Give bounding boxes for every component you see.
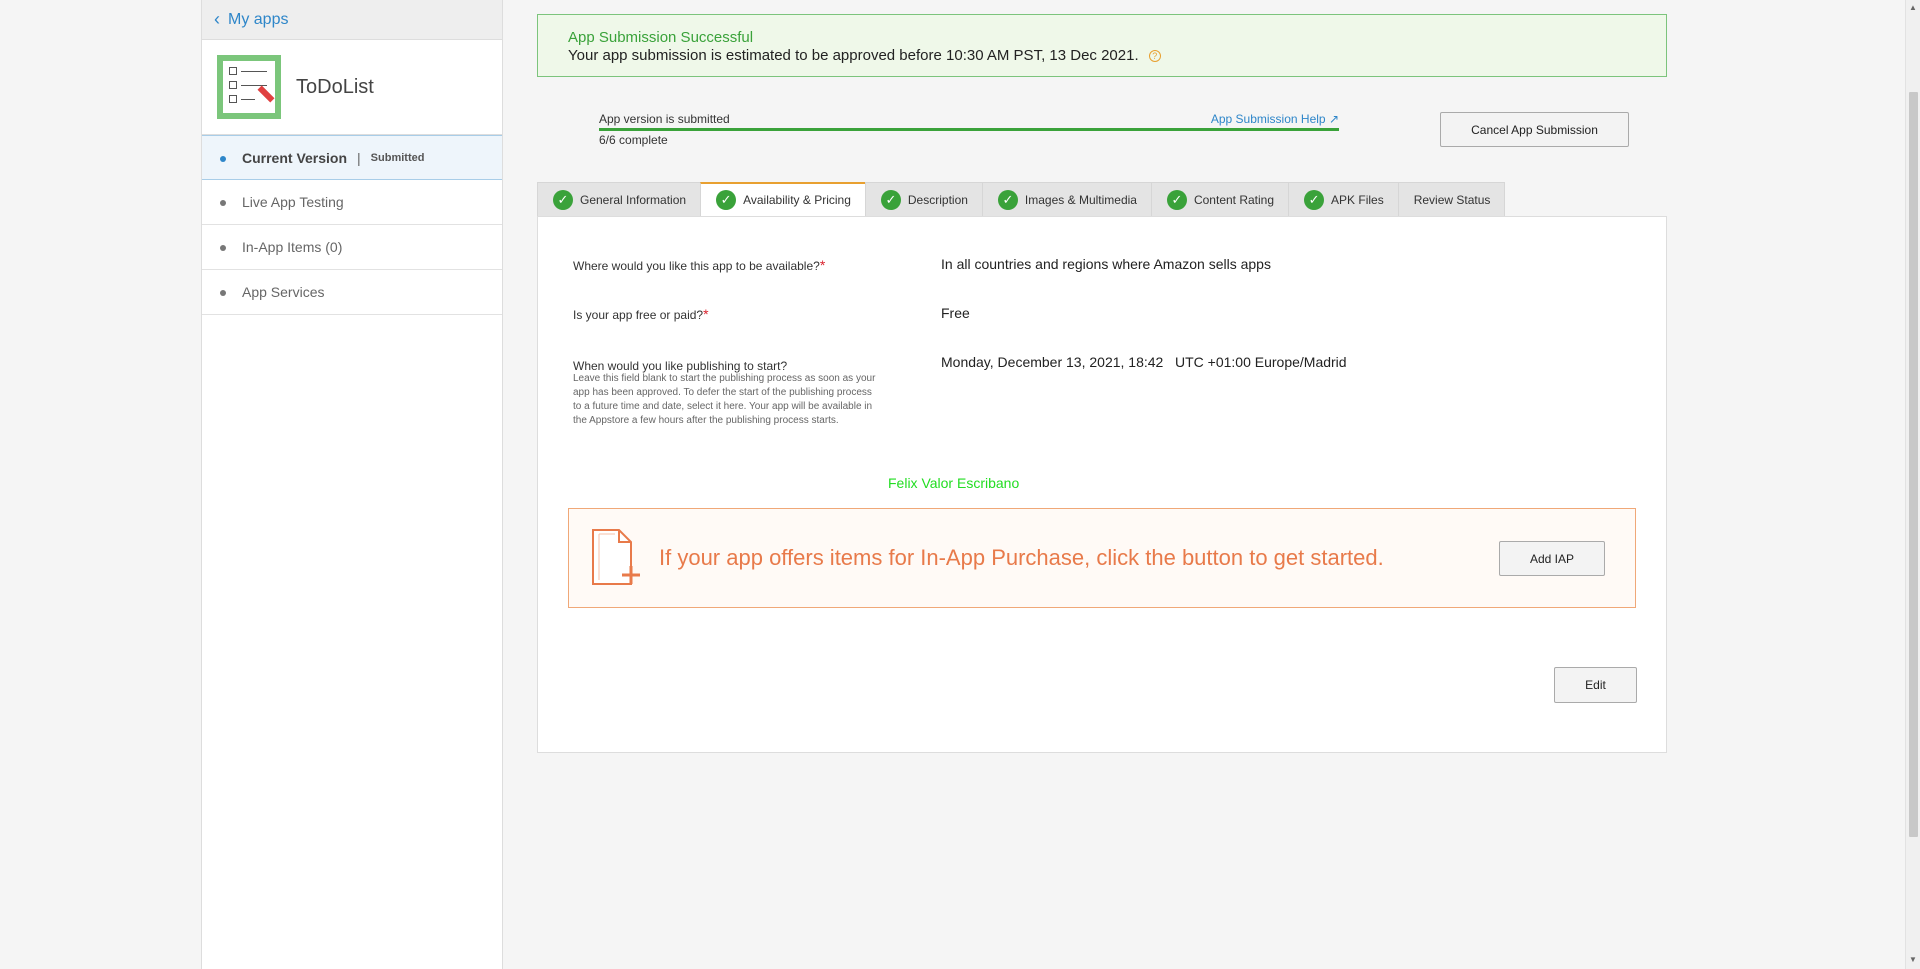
availability-pricing-panel: Where would you like this app to be avai…: [537, 216, 1667, 753]
tab-availability-pricing[interactable]: ✓ Availability & Pricing: [700, 182, 865, 217]
sidebar-item-label: Live App Testing: [242, 194, 344, 210]
help-link-label: App Submission Help: [1210, 112, 1326, 126]
publishing-start-answer: Monday, December 13, 2021, 18:42 UTC +01…: [941, 354, 1347, 370]
required-mark: *: [703, 306, 709, 322]
tab-bar: ✓ General Information ✓ Availability & P…: [537, 182, 1506, 217]
tab-label: Review Status: [1413, 192, 1491, 207]
tab-label: Availability & Pricing: [743, 193, 851, 207]
tab-review-status[interactable]: Review Status: [1397, 182, 1506, 217]
back-to-my-apps-link[interactable]: ‹ My apps: [202, 0, 502, 40]
scrollbar[interactable]: ▲ ▼: [1905, 0, 1920, 969]
submission-progress: App version is submitted App Submission …: [599, 112, 1339, 147]
status-badge: Submitted: [370, 151, 425, 164]
tab-label: APK Files: [1331, 192, 1384, 207]
tab-label: Content Rating: [1193, 192, 1275, 207]
pricing-answer: Free: [941, 305, 970, 321]
tab-apk-files[interactable]: ✓ APK Files: [1288, 182, 1398, 217]
publishing-start-question: When would you like publishing to start?: [573, 359, 788, 373]
submission-help-link[interactable]: App Submission Help ↗: [1211, 112, 1339, 126]
tab-description[interactable]: ✓ Description: [864, 182, 982, 217]
pricing-question: Is your app free or paid?*: [573, 306, 709, 322]
sidebar-item-label: App Services: [242, 284, 325, 300]
check-icon: ✓: [880, 189, 901, 210]
publishing-start-help: Leave this field blank to start the publ…: [573, 373, 876, 426]
sidebar-item-current-version[interactable]: Current Version | Submitted: [202, 135, 502, 180]
check-icon: ✓: [553, 189, 573, 210]
banner-text: Your app submission is estimated to be a…: [568, 47, 1139, 64]
back-label: My apps: [228, 10, 289, 28]
check-icon: ✓: [1166, 189, 1187, 210]
chevron-left-icon: ‹: [214, 9, 220, 29]
check-icon: ✓: [716, 190, 737, 210]
add-iap-button[interactable]: Add IAP: [1499, 541, 1605, 576]
sidebar-item-live-app-testing[interactable]: Live App Testing: [202, 180, 502, 225]
app-icon: [217, 55, 281, 119]
required-mark: *: [819, 257, 826, 273]
sidebar-item-label: Current Version: [242, 149, 348, 166]
external-link-icon: ↗: [1328, 112, 1339, 126]
availability-answer: In all countries and regions where Amazo…: [941, 256, 1271, 272]
tab-label: General Information: [580, 192, 687, 207]
availability-question: Where would you like this app to be avai…: [573, 257, 826, 273]
iap-callout: If your app offers items for In-App Purc…: [568, 508, 1636, 608]
edit-button[interactable]: Edit: [1554, 667, 1637, 703]
iap-prompt-text: If your app offers items for In-App Purc…: [659, 545, 1384, 570]
progress-label: App version is submitted: [599, 112, 730, 126]
tab-label: Description: [907, 192, 968, 207]
progress-bar: [599, 128, 1339, 131]
document-add-icon: [589, 528, 641, 588]
sidebar-item-label: In-App Items (0): [242, 239, 343, 255]
tab-content-rating[interactable]: ✓ Content Rating: [1150, 182, 1289, 217]
tab-images-multimedia[interactable]: ✓ Images & Multimedia: [981, 182, 1151, 217]
check-icon: ✓: [1304, 189, 1325, 210]
sidebar-item-app-services[interactable]: App Services: [202, 270, 502, 315]
app-name: ToDoList: [296, 75, 374, 98]
check-icon: ✓: [997, 189, 1018, 210]
sidebar-item-in-app-items[interactable]: In-App Items (0): [202, 225, 502, 270]
separator: |: [357, 149, 361, 166]
scrollbar-thumb[interactable]: [1909, 92, 1918, 837]
progress-count: 6/6 complete: [599, 133, 668, 147]
app-header: ToDoList: [202, 40, 502, 135]
tab-general-information[interactable]: ✓ General Information: [537, 182, 701, 217]
cancel-submission-button[interactable]: Cancel App Submission: [1440, 112, 1629, 147]
signature-text: Felix Valor Escribano: [888, 475, 1020, 491]
help-icon[interactable]: ?: [1148, 50, 1161, 63]
tab-label: Images & Multimedia: [1024, 192, 1137, 207]
scroll-up-icon[interactable]: ▲: [1909, 3, 1917, 12]
sidebar: ‹ My apps ToDoList Current Version | Sub…: [201, 0, 503, 969]
scroll-down-icon[interactable]: ▼: [1909, 955, 1917, 964]
success-banner: App Submission Successful Your app submi…: [537, 14, 1667, 77]
banner-title: App Submission Successful: [568, 29, 754, 46]
